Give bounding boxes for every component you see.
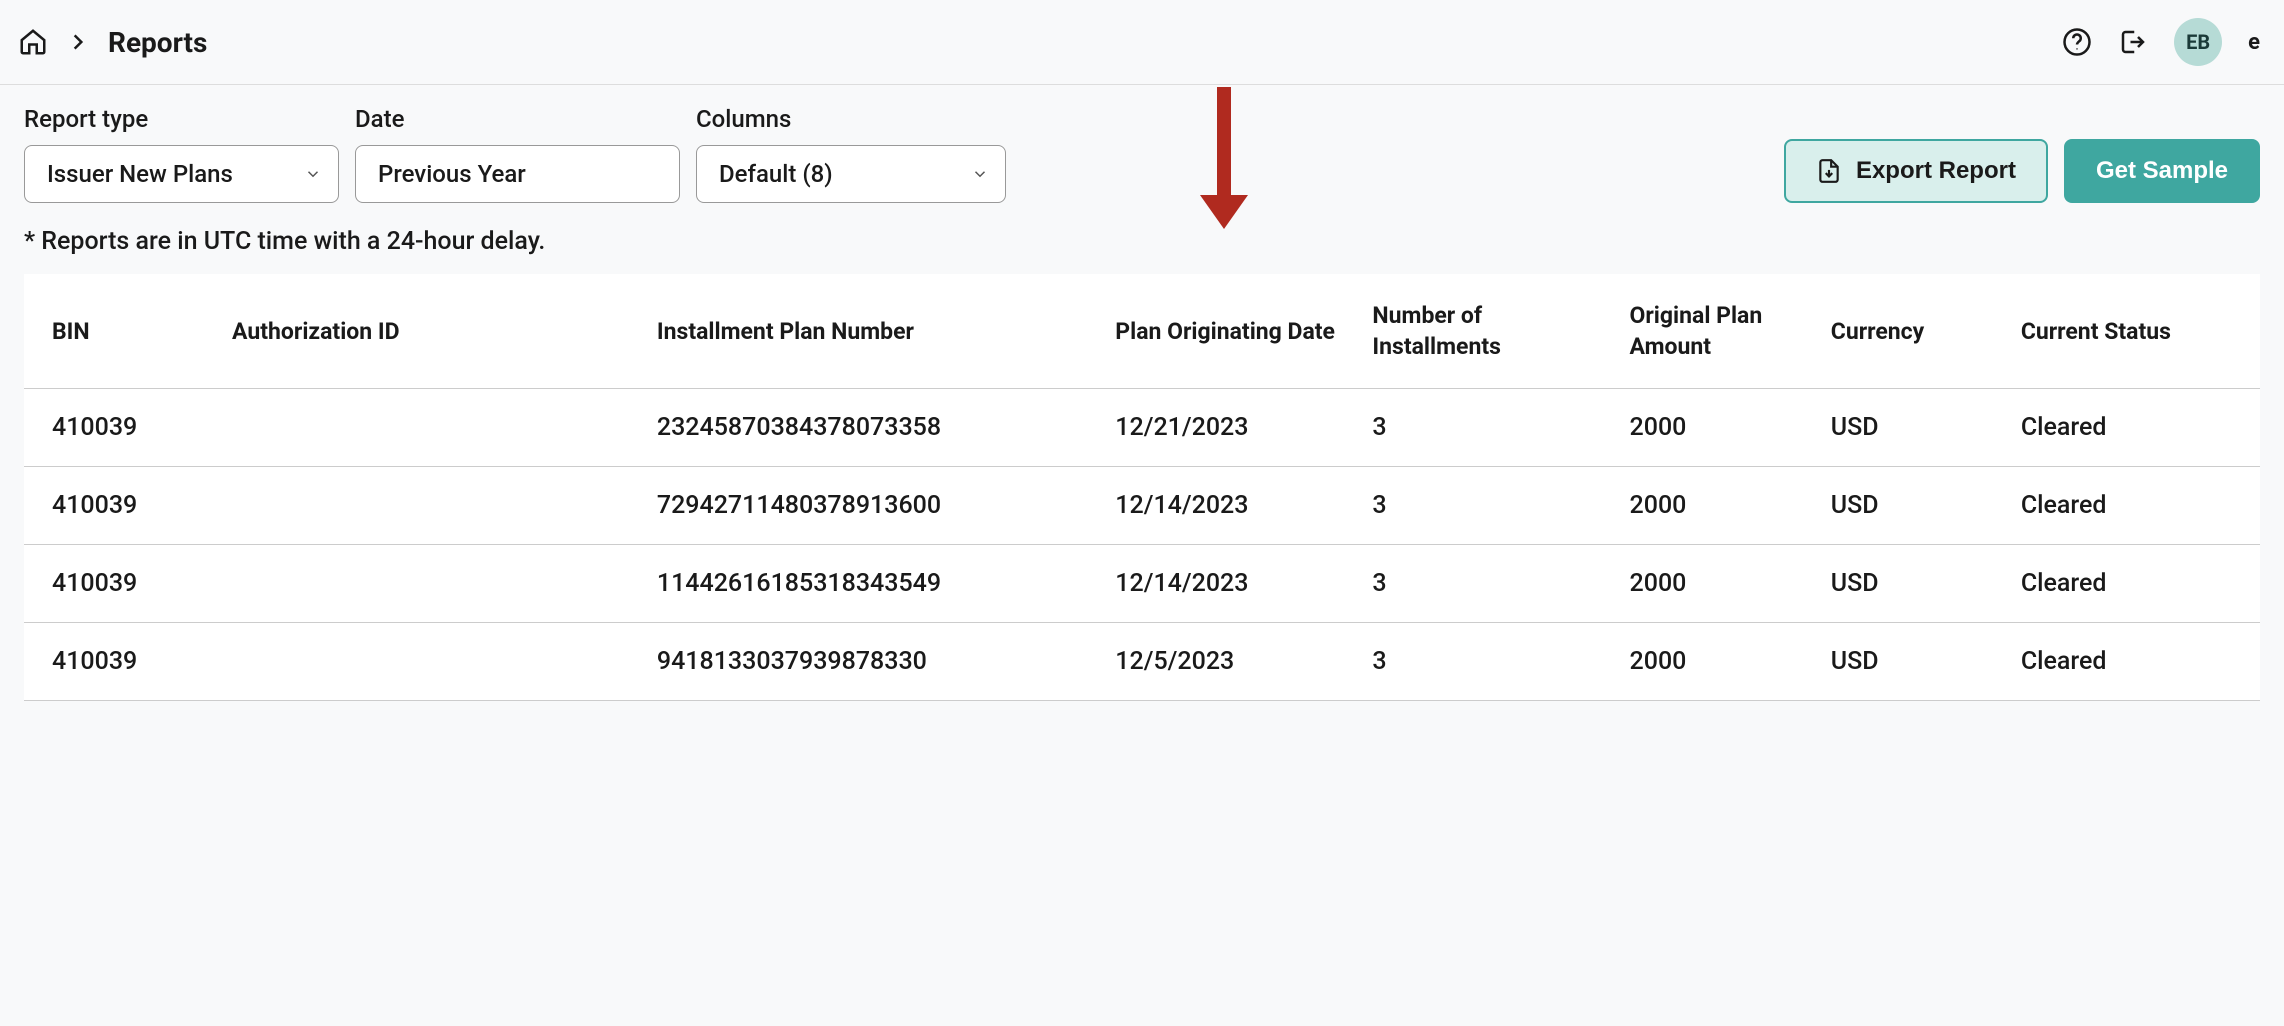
date-label: Date <box>355 105 680 133</box>
report-type-select[interactable]: Issuer New Plans <box>24 145 339 203</box>
col-header-auth: Authorization ID <box>214 274 639 389</box>
avatar-extra: e <box>2248 30 2260 55</box>
date-select[interactable]: Previous Year <box>355 145 680 203</box>
chevron-down-icon <box>971 165 989 183</box>
avatar-initials: EB <box>2186 30 2210 54</box>
export-label: Export Report <box>1856 157 2016 185</box>
export-file-icon <box>1816 158 1842 184</box>
reports-table: BIN Authorization ID Installment Plan Nu… <box>24 274 2260 701</box>
cell-amount: 2000 <box>1612 623 1813 701</box>
filter-report-type: Report type Issuer New Plans <box>24 105 339 203</box>
table-row: 410039 941813303793987833012/5/202332000U… <box>24 623 2260 701</box>
col-header-amount: Original Plan Amount <box>1612 274 1813 389</box>
cell-date: 12/5/2023 <box>1097 623 1354 701</box>
chevron-down-icon <box>304 165 322 183</box>
header: Reports EB e <box>0 0 2284 85</box>
help-icon[interactable] <box>2062 27 2092 57</box>
cell-currency: USD <box>1813 389 2003 467</box>
col-header-date: Plan Originating Date <box>1097 274 1354 389</box>
cell-bin: 410039 <box>24 623 214 701</box>
cell-auth <box>214 545 639 623</box>
page-title: Reports <box>108 26 207 59</box>
cell-date: 12/14/2023 <box>1097 545 1354 623</box>
cell-plan: 11442616185318343549 <box>639 545 1097 623</box>
reports-table-wrap: BIN Authorization ID Installment Plan Nu… <box>0 274 2284 721</box>
cell-amount: 2000 <box>1612 467 1813 545</box>
cell-num: 3 <box>1354 623 1611 701</box>
sample-label: Get Sample <box>2096 157 2228 185</box>
filter-date: Date Previous Year <box>355 105 680 203</box>
home-icon[interactable] <box>18 27 48 57</box>
get-sample-button[interactable]: Get Sample <box>2064 139 2260 203</box>
cell-amount: 2000 <box>1612 545 1813 623</box>
date-value: Previous Year <box>378 160 526 188</box>
note-text: * Reports are in UTC time with a 24-hour… <box>0 211 2284 274</box>
table-row: 410039 7294271148037891360012/14/20233200… <box>24 467 2260 545</box>
cell-currency: USD <box>1813 467 2003 545</box>
cell-plan: 9418133037939878330 <box>639 623 1097 701</box>
cell-bin: 410039 <box>24 389 214 467</box>
cell-date: 12/14/2023 <box>1097 467 1354 545</box>
col-header-bin: BIN <box>24 274 214 389</box>
table-row: 410039 1144261618531834354912/14/20233200… <box>24 545 2260 623</box>
cell-status: Cleared <box>2003 545 2260 623</box>
cell-date: 12/21/2023 <box>1097 389 1354 467</box>
col-header-currency: Currency <box>1813 274 2003 389</box>
cell-plan: 72942711480378913600 <box>639 467 1097 545</box>
columns-select[interactable]: Default (8) <box>696 145 1006 203</box>
cell-num: 3 <box>1354 389 1611 467</box>
cell-bin: 410039 <box>24 467 214 545</box>
cell-num: 3 <box>1354 545 1611 623</box>
cell-status: Cleared <box>2003 389 2260 467</box>
cell-auth <box>214 623 639 701</box>
col-header-plan: Installment Plan Number <box>639 274 1097 389</box>
cell-currency: USD <box>1813 545 2003 623</box>
cell-bin: 410039 <box>24 545 214 623</box>
cell-amount: 2000 <box>1612 389 1813 467</box>
cell-currency: USD <box>1813 623 2003 701</box>
breadcrumb: Reports <box>18 26 207 59</box>
cell-status: Cleared <box>2003 623 2260 701</box>
filters: Report type Issuer New Plans Date Previo… <box>0 85 2284 211</box>
table-header-row: BIN Authorization ID Installment Plan Nu… <box>24 274 2260 389</box>
col-header-status: Current Status <box>2003 274 2260 389</box>
export-report-button[interactable]: Export Report <box>1784 139 2048 203</box>
cell-num: 3 <box>1354 467 1611 545</box>
cell-auth <box>214 389 639 467</box>
table-row: 410039 2324587038437807335812/21/20233200… <box>24 389 2260 467</box>
avatar[interactable]: EB <box>2174 18 2222 66</box>
filter-columns: Columns Default (8) <box>696 105 1006 203</box>
report-type-label: Report type <box>24 105 339 133</box>
col-header-num: Number of Installments <box>1354 274 1611 389</box>
cell-status: Cleared <box>2003 467 2260 545</box>
report-type-value: Issuer New Plans <box>47 160 233 188</box>
cell-auth <box>214 467 639 545</box>
logout-icon[interactable] <box>2118 27 2148 57</box>
cell-plan: 23245870384378073358 <box>639 389 1097 467</box>
columns-value: Default (8) <box>719 160 833 188</box>
chevron-right-icon <box>68 32 88 52</box>
header-actions: EB e <box>2062 18 2260 66</box>
columns-label: Columns <box>696 105 1006 133</box>
